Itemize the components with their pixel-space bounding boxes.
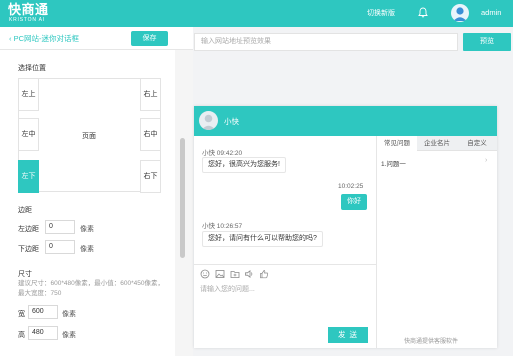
message-bubble: 您好，很高兴为您服务! (202, 157, 286, 173)
left-margin-label: 左边距 (18, 226, 39, 233)
position-grid: 左上 右上 左中 页面 右中 左下 右下 (18, 78, 161, 193)
top-bar: 快商通 KRISTON AI 切换新版 admin (0, 0, 513, 27)
user-icon (201, 114, 216, 130)
size-title: 尺寸 (18, 271, 32, 278)
sound-icon[interactable] (244, 269, 254, 279)
image-icon[interactable] (215, 269, 225, 279)
position-top-right[interactable]: 右上 (140, 78, 161, 111)
message-input[interactable]: 请输入您的问题... (194, 280, 376, 325)
position-mid-left[interactable]: 左中 (18, 118, 39, 151)
username[interactable]: admin (481, 8, 501, 17)
panel-header: ‹ PC网站-迷你对话框 保存 (0, 27, 193, 50)
height-input[interactable]: 480 (28, 326, 58, 340)
scrollbar-thumb[interactable] (180, 138, 185, 258)
agent-avatar (199, 111, 218, 130)
divider (194, 264, 376, 265)
bell-icon[interactable] (418, 7, 428, 18)
logo-text: 快商通 (8, 2, 49, 17)
user-icon (453, 7, 467, 21)
url-input[interactable]: 输入网站地址预览效果 (194, 33, 458, 51)
back-link-label: PC网站-迷你对话框 (13, 34, 80, 43)
chat-window-preview: 小快 小快 09:42:20 您好，很高兴为您服务! 10:02:25 你好 小… (194, 106, 497, 348)
message-meta: 10:02:25 (338, 183, 364, 190)
position-bottom-right[interactable]: 右下 (140, 160, 161, 193)
tab-faq[interactable]: 常见问题 (377, 136, 417, 151)
divider (376, 136, 377, 348)
logo[interactable]: 快商通 KRISTON AI (8, 2, 54, 24)
width-input[interactable]: 600 (28, 305, 58, 319)
user-avatar[interactable] (451, 4, 469, 22)
left-margin-input[interactable]: 0 (45, 220, 75, 234)
message-bubble-self: 你好 (341, 194, 367, 210)
height-label: 高 (18, 332, 25, 339)
bottom-margin-unit: 像素 (80, 246, 94, 253)
logo-subtext: KRISTON AI (9, 17, 45, 23)
tab-custom[interactable]: 自定义 (457, 136, 497, 151)
powered-by: 快商通提供客服软件 (404, 339, 459, 345)
size-hint: 建议尺寸：600*480像素，最小值：600*450像素，最大宽度：750 (18, 280, 164, 297)
message-meta: 小快 09:42:20 (202, 150, 243, 157)
tab-company-card[interactable]: 企业名片 (417, 136, 457, 151)
bottom-margin-input[interactable]: 0 (45, 240, 75, 254)
back-link[interactable]: ‹ PC网站-迷你对话框 (9, 33, 79, 44)
side-tabs: 常见问题 企业名片 自定义 (377, 136, 497, 151)
position-top-left[interactable]: 左上 (18, 78, 39, 111)
position-title: 选择位置 (18, 65, 46, 72)
agent-name: 小快 (224, 117, 239, 126)
chevron-right-icon: › (485, 157, 488, 164)
bottom-margin-label: 下边距 (18, 246, 39, 253)
position-mid-right[interactable]: 右中 (140, 118, 161, 151)
height-unit: 像素 (62, 332, 76, 339)
faq-item[interactable]: 1.问题一 (381, 158, 406, 168)
left-margin-unit: 像素 (80, 226, 94, 233)
position-bottom-left[interactable]: 左下 (18, 160, 39, 193)
save-button[interactable]: 保存 (131, 31, 168, 46)
folder-icon[interactable] (230, 269, 240, 279)
emoji-icon[interactable] (200, 269, 210, 279)
width-unit: 像素 (62, 311, 76, 318)
width-label: 宽 (18, 311, 25, 318)
position-center: 页面 (82, 133, 96, 140)
send-button[interactable]: 发 送 (328, 327, 368, 343)
message-bubble: 您好，请问有什么可以帮助您的吗? (202, 231, 323, 247)
scrollbar[interactable] (175, 50, 193, 356)
chat-header: 小快 (194, 106, 497, 136)
chevron-left-icon: ‹ (9, 34, 12, 43)
message-meta: 小快 10:26:57 (202, 223, 243, 230)
settings-panel: ‹ PC网站-迷你对话框 保存 选择位置 左上 右上 左中 页面 右中 左下 右… (0, 27, 193, 356)
preview-button[interactable]: 预览 (463, 33, 511, 51)
margin-title: 边距 (18, 207, 32, 214)
thumbs-up-icon[interactable] (259, 269, 269, 279)
switch-version-link[interactable]: 切换新版 (367, 8, 395, 18)
